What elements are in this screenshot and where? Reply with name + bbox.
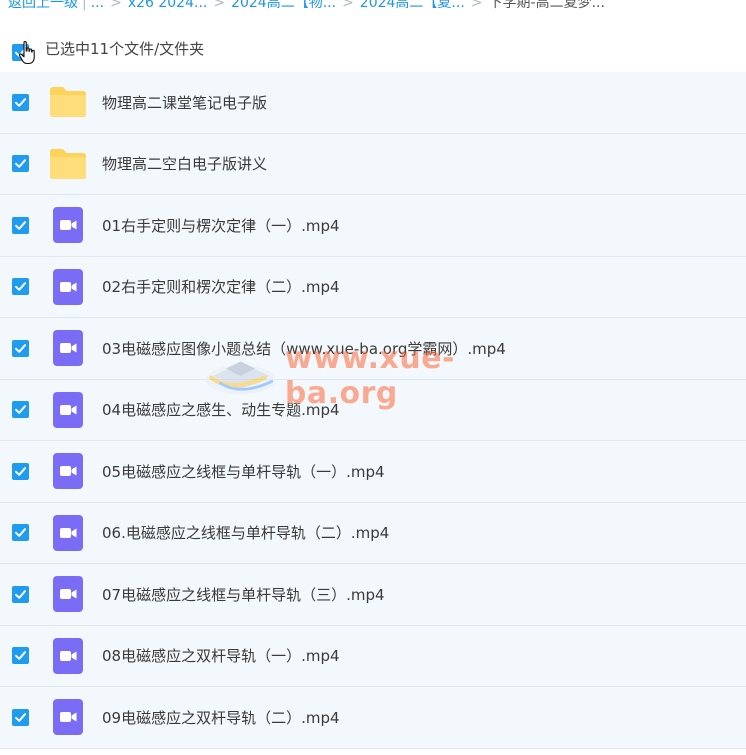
- file-row[interactable]: 07电磁感应之线框与单杆导轨（三）.mp4: [0, 564, 746, 626]
- file-row[interactable]: 物理高二空白电子版讲义: [0, 133, 746, 195]
- checkmark-icon: [15, 282, 26, 292]
- checkmark-icon: [15, 466, 26, 476]
- file-row[interactable]: 08电磁感应之双杆导轨（一）.mp4: [0, 625, 746, 687]
- checkmark-icon: [15, 47, 26, 57]
- folder-icon: [50, 87, 86, 118]
- checkmark-icon: [15, 220, 26, 230]
- file-name[interactable]: 09电磁感应之双杆导轨（二）.mp4: [102, 707, 340, 728]
- file-icon-wrap: [49, 206, 87, 244]
- file-icon-wrap: [49, 329, 87, 367]
- checkmark-icon: [15, 159, 26, 169]
- select-all-checkbox[interactable]: [12, 43, 29, 61]
- file-row[interactable]: 物理高二课堂笔记电子版: [0, 72, 746, 134]
- file-icon-wrap: [49, 514, 87, 552]
- breadcrumb: 返回上一级 | ... > x26 2024... > 2024高二【物... …: [0, 0, 746, 16]
- file-checkbox[interactable]: [12, 708, 29, 726]
- file-row[interactable]: 04电磁感应之感生、动生专题.mp4: [0, 379, 746, 441]
- checkmark-icon: [15, 651, 26, 661]
- file-row[interactable]: 01右手定则与楞次定律（一）.mp4: [0, 195, 746, 257]
- file-icon-wrap: [49, 575, 87, 613]
- video-file-icon: [53, 453, 83, 490]
- file-list: 物理高二课堂笔记电子版 物理高二空白电子版讲义 01右手定则与楞次定律（一）.mp4…: [0, 72, 746, 749]
- video-file-icon: [53, 514, 83, 551]
- checkmark-icon: [15, 405, 26, 415]
- file-checkbox[interactable]: [12, 155, 29, 173]
- video-file-icon: [53, 391, 83, 428]
- file-name[interactable]: 08电磁感应之双杆导轨（一）.mp4: [102, 645, 340, 666]
- file-row[interactable]: 02右手定则和楞次定律（二）.mp4: [0, 256, 746, 318]
- file-name[interactable]: 02右手定则和楞次定律（二）.mp4: [102, 276, 340, 297]
- file-checkbox[interactable]: [12, 524, 29, 542]
- checkmark-icon: [15, 528, 26, 538]
- breadcrumb-item[interactable]: 2024高二【夏...: [360, 0, 465, 10]
- file-checkbox[interactable]: [12, 93, 29, 111]
- file-checkbox[interactable]: [12, 216, 29, 234]
- checkmark-icon: [15, 589, 26, 599]
- selection-count-label: 已选中11个文件/文件夹: [45, 39, 205, 58]
- file-name[interactable]: 03电磁感应图像小题总结（www.xue-ba.org学霸网）.mp4: [102, 338, 506, 359]
- file-name[interactable]: 04电磁感应之感生、动生专题.mp4: [102, 399, 340, 420]
- back-link[interactable]: 返回上一级: [8, 0, 78, 10]
- file-name[interactable]: 物理高二空白电子版讲义: [102, 153, 267, 174]
- file-name[interactable]: 07电磁感应之线框与单杆导轨（三）.mp4: [102, 584, 385, 605]
- video-file-icon: [53, 699, 83, 736]
- breadcrumb-current: 下学期-高二夏梦...: [488, 0, 605, 11]
- breadcrumb-item[interactable]: 2024高二【物...: [231, 0, 336, 10]
- video-file-icon: [53, 207, 83, 244]
- video-file-icon: [53, 330, 83, 367]
- file-icon-wrap: [49, 391, 87, 429]
- file-icon-wrap: [49, 145, 87, 183]
- checkmark-icon: [15, 343, 26, 353]
- checkmark-icon: [15, 712, 26, 722]
- file-checkbox[interactable]: [12, 462, 29, 480]
- file-row[interactable]: 03电磁感应图像小题总结（www.xue-ba.org学霸网）.mp4: [0, 318, 746, 380]
- folder-icon: [50, 148, 86, 179]
- breadcrumb-separator: >: [342, 0, 354, 11]
- file-checkbox[interactable]: [12, 339, 29, 357]
- file-name[interactable]: 05电磁感应之线框与单杆导轨（一）.mp4: [102, 461, 385, 482]
- file-icon-wrap: [49, 698, 87, 736]
- selection-header: 已选中11个文件/文件夹: [0, 32, 746, 72]
- file-icon-wrap: [49, 637, 87, 675]
- file-icon-wrap: [49, 268, 87, 306]
- video-file-icon: [53, 268, 83, 305]
- breadcrumb-separator: >: [110, 0, 122, 11]
- file-icon-wrap: [49, 83, 87, 121]
- file-name[interactable]: 物理高二课堂笔记电子版: [102, 92, 267, 113]
- file-row[interactable]: 05电磁感应之线框与单杆导轨（一）.mp4: [0, 441, 746, 503]
- file-name[interactable]: 01右手定则与楞次定律（一）.mp4: [102, 215, 340, 236]
- video-file-icon: [53, 637, 83, 674]
- file-icon-wrap: [49, 452, 87, 490]
- breadcrumb-separator: >: [213, 0, 226, 11]
- checkmark-icon: [15, 97, 26, 107]
- file-checkbox[interactable]: [12, 401, 29, 419]
- file-checkbox[interactable]: [12, 278, 29, 296]
- file-checkbox[interactable]: [12, 647, 29, 665]
- breadcrumb-item[interactable]: x26 2024...: [128, 0, 208, 10]
- file-row[interactable]: 06.电磁感应之线框与单杆导轨（二）.mp4: [0, 502, 746, 564]
- file-name[interactable]: 06.电磁感应之线框与单杆导轨（二）.mp4: [102, 522, 389, 543]
- breadcrumb-divider: |: [82, 0, 87, 11]
- breadcrumb-separator: >: [470, 0, 483, 11]
- file-row[interactable]: 09电磁感应之双杆导轨（二）.mp4: [0, 687, 746, 749]
- video-file-icon: [53, 576, 83, 613]
- file-checkbox[interactable]: [12, 585, 29, 603]
- breadcrumb-ellipsis[interactable]: ...: [91, 0, 104, 10]
